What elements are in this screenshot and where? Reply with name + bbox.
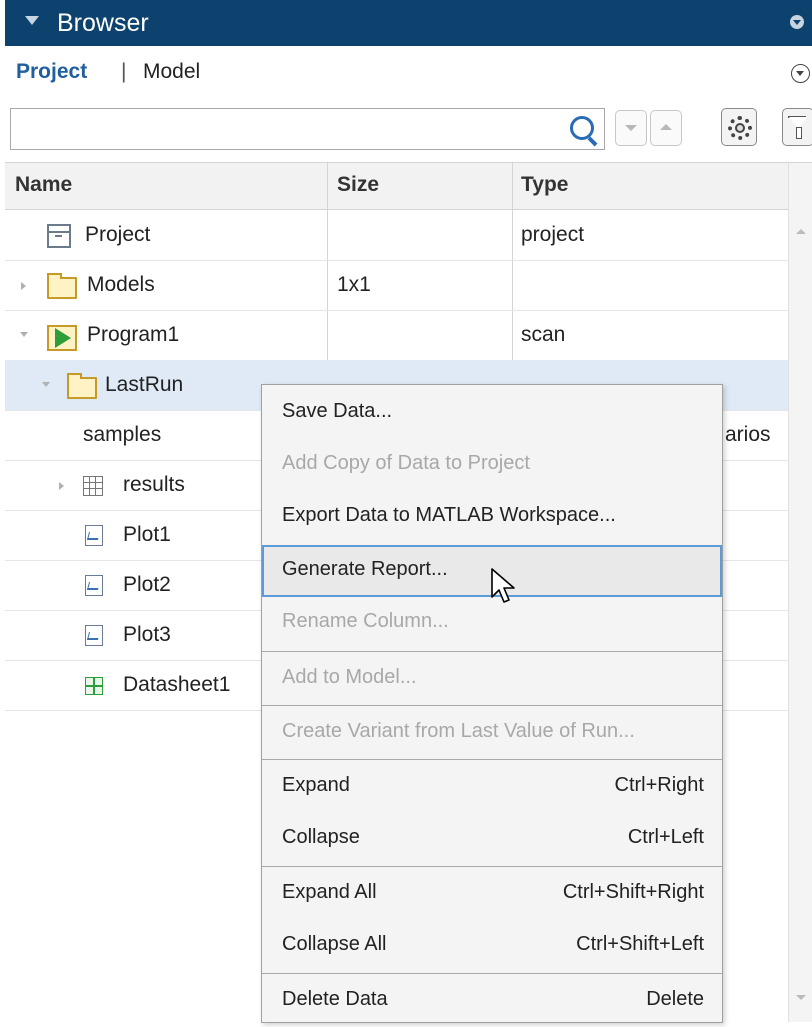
plot-icon	[85, 575, 103, 596]
menu-separator	[262, 866, 722, 867]
menu-item-label: Delete Data	[282, 988, 388, 1010]
menu-item-create-variant-from-last-value-of-run: Create Variant from Last Value of Run...	[262, 707, 722, 759]
table-row[interactable]: Models 1x1	[5, 260, 788, 311]
menu-item-collapse-all[interactable]: Collapse All Ctrl+Shift+Left	[262, 920, 722, 972]
row-name: Datasheet1	[123, 673, 231, 696]
menu-item-shortcut: Delete	[646, 988, 704, 1010]
filter-button[interactable]	[782, 108, 812, 146]
menu-item-shortcut: Ctrl+Left	[627, 826, 704, 848]
menu-item-label: Collapse	[282, 826, 360, 848]
window-title: Browser	[57, 9, 149, 37]
panel-options-icon[interactable]	[790, 15, 804, 29]
menu-item-collapse[interactable]: Collapse Ctrl+Left	[262, 813, 722, 865]
datasheet-icon	[85, 677, 103, 695]
program-icon	[47, 325, 77, 351]
search-icon[interactable]	[570, 116, 594, 140]
row-name: Models	[87, 273, 155, 296]
gear-icon	[728, 116, 752, 140]
next-match-button[interactable]	[615, 110, 647, 146]
column-header-type[interactable]: Type	[521, 173, 568, 197]
tab-project[interactable]: Project	[16, 60, 87, 84]
row-type: arios	[725, 423, 771, 446]
menu-item-add-to-model: Add to Model...	[262, 653, 722, 705]
context-menu: Save Data... Add Copy of Data to Project…	[261, 384, 723, 1023]
row-name: Program1	[87, 323, 180, 346]
tab-model[interactable]: Model	[143, 60, 200, 84]
menu-item-label: Expand All	[282, 881, 377, 903]
search-input[interactable]	[17, 109, 561, 147]
toolbar	[5, 98, 812, 162]
scroll-down-icon[interactable]	[796, 995, 806, 1000]
menu-separator	[262, 759, 722, 760]
view-tabs: Project | Model	[5, 46, 812, 99]
expand-arrow-icon[interactable]	[59, 482, 64, 490]
menu-separator	[262, 705, 722, 706]
column-header-size[interactable]: Size	[337, 173, 379, 197]
search-box	[10, 108, 605, 150]
menu-item-save-data[interactable]: Save Data...	[262, 387, 722, 439]
menu-item-label: Collapse All	[282, 933, 387, 955]
menu-item-shortcut: Ctrl+Shift+Right	[562, 881, 704, 903]
menu-item-label: Save Data...	[282, 400, 393, 422]
row-name: Project	[85, 223, 151, 246]
browser-titlebar: Browser	[5, 0, 812, 46]
collapse-arrow-icon[interactable]	[20, 332, 28, 337]
row-name: results	[123, 473, 185, 496]
table-icon	[83, 476, 103, 496]
menu-item-expand-all[interactable]: Expand All Ctrl+Shift+Right	[262, 868, 722, 920]
menu-item-label: Create Variant from Last Value of Run...	[282, 720, 635, 742]
table-header: Name Size Type	[5, 163, 788, 210]
tab-options-icon[interactable]	[791, 64, 810, 83]
settings-button[interactable]	[721, 108, 757, 146]
row-name: Plot2	[123, 573, 171, 596]
menu-item-label: Export Data to MATLAB Workspace...	[282, 504, 616, 526]
expand-arrow-icon[interactable]	[21, 282, 26, 290]
table-row[interactable]: Program1 scan	[5, 310, 788, 361]
folder-icon	[47, 273, 77, 299]
project-icon	[47, 224, 71, 248]
menu-item-add-copy-of-data-to-project: Add Copy of Data to Project	[262, 439, 722, 491]
menu-item-label: Expand	[282, 774, 350, 796]
menu-item-export-data-to-matlab-workspace[interactable]: Export Data to MATLAB Workspace...	[262, 491, 722, 543]
collapse-arrow-icon[interactable]	[42, 382, 50, 387]
menu-item-expand[interactable]: Expand Ctrl+Right	[262, 761, 722, 813]
collapse-triangle-icon[interactable]	[25, 16, 39, 25]
column-header-name[interactable]: Name	[15, 173, 72, 197]
row-name: samples	[83, 423, 162, 446]
menu-item-shortcut: Ctrl+Shift+Left	[576, 933, 704, 955]
table-row[interactable]: Project project	[5, 210, 788, 261]
menu-item-label: Add to Model...	[282, 666, 417, 688]
row-size: 1x1	[337, 273, 371, 296]
plot-icon	[85, 525, 103, 546]
menu-item-label: Add Copy of Data to Project	[282, 452, 530, 474]
row-type: project	[521, 223, 585, 246]
row-name: Plot3	[123, 623, 171, 646]
row-name: Plot1	[123, 523, 171, 546]
plot-icon	[85, 625, 103, 646]
scroll-up-icon[interactable]	[796, 229, 806, 234]
menu-item-label: Generate Report...	[282, 558, 448, 580]
menu-item-label: Rename Column...	[282, 610, 449, 632]
menu-item-shortcut: Ctrl+Right	[614, 774, 704, 796]
vertical-scrollbar[interactable]	[788, 163, 812, 1022]
mouse-cursor-icon	[491, 568, 515, 603]
row-name: LastRun	[105, 373, 184, 396]
menu-item-delete-data[interactable]: Delete Data Delete	[262, 975, 722, 1027]
menu-separator	[262, 651, 722, 652]
row-type: scan	[521, 323, 566, 346]
previous-match-button[interactable]	[650, 110, 682, 146]
folder-icon	[67, 373, 97, 399]
menu-separator	[262, 973, 722, 974]
tab-separator: |	[121, 60, 127, 83]
